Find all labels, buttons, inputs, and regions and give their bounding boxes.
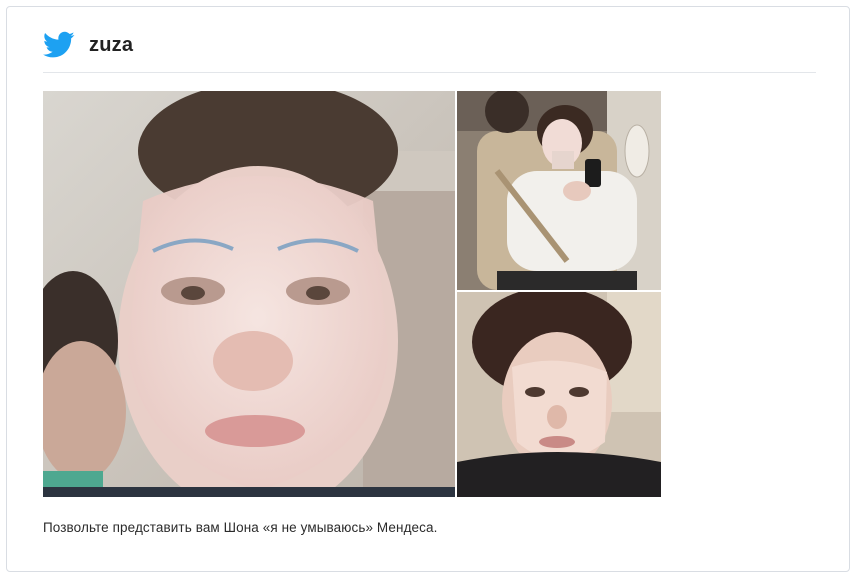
tweet-header: zuza (43, 27, 133, 63)
tweet-caption: Позвольте представить вам Шона «я не умы… (43, 520, 438, 535)
header-divider (43, 72, 816, 73)
photo-main-selfie[interactable] (43, 91, 455, 497)
photo-collage (43, 91, 661, 497)
twitter-bird-icon[interactable] (43, 31, 75, 59)
photo-selfie-dark-hair[interactable] (457, 292, 661, 497)
tweet-card: zuza Позвольте представить вам Шона «я н… (6, 6, 850, 572)
username[interactable]: zuza (89, 34, 133, 57)
photo-airplane[interactable] (457, 91, 661, 290)
